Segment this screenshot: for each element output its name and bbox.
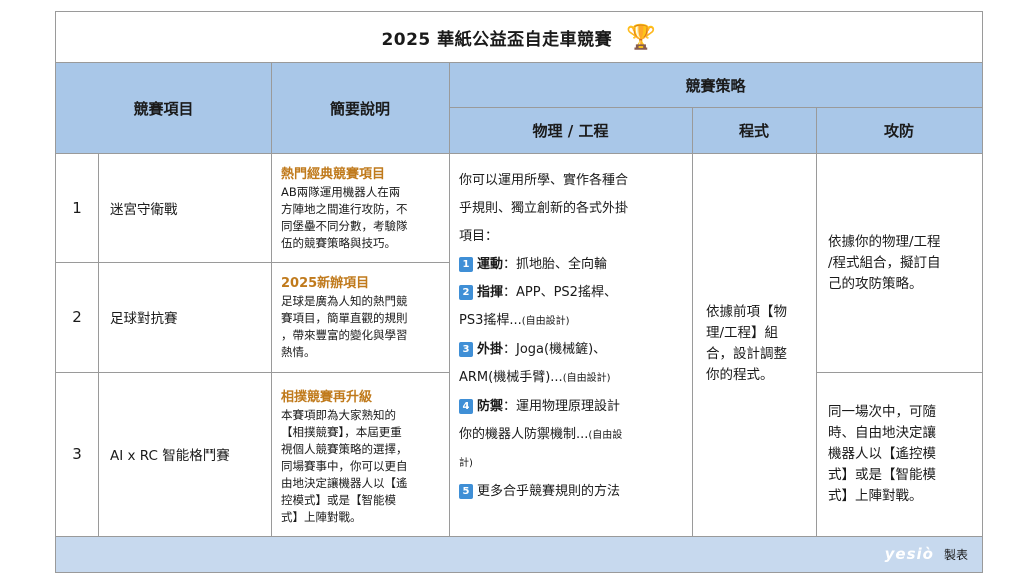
description-line: 熱情。: [281, 345, 316, 359]
description-line: 同場賽事中，你可以更自: [281, 459, 408, 473]
physics-strategy: 你可以運用所學、實作各種合 乎規則、獨立創新的各式外掛 項目： 1 運動：抓地胎、…: [449, 153, 692, 536]
event-description: 相撲競賽再升級 本賽項即為大家熟知的 【相撲競賽】，本屆更重 視個人競賽策略的選…: [271, 372, 449, 536]
strategy-item-motion: 1 運動：抓地胎、全向輪: [459, 251, 686, 279]
event-name: AI x RC 智能格鬥賽: [110, 448, 230, 464]
description-title: 熱門經典競賽項目: [281, 167, 386, 182]
physics-intro-line: 乎規則、獨立創新的各式外掛: [459, 201, 629, 216]
program-strategy: 依據前項【物 理/工程】組 合，設計調整 你的程式。: [692, 302, 816, 402]
description-title: 相撲競賽再升級: [281, 390, 373, 405]
number-3-icon: 3: [459, 342, 473, 357]
description-line: 控模式】或是【智能模: [281, 493, 396, 507]
header-program: 程式: [692, 107, 816, 153]
strategy-item-defense-note: 計): [459, 458, 473, 469]
header-physics: 物理 / 工程: [449, 107, 692, 153]
description-line: 式】上陣對戰。: [281, 510, 362, 524]
grid-line: [816, 372, 982, 373]
header-summary: 簡要說明: [271, 63, 449, 153]
attack-strategy-general: 依據你的物理/工程 /程式組合，擬訂自 己的攻防策略。: [816, 232, 982, 302]
brand-logo: yesiò: [884, 545, 934, 563]
description-line: 賽項目，簡單直觀的規則: [281, 311, 408, 325]
grid-line: [449, 107, 982, 108]
grid-line: [271, 63, 272, 536]
page-title: 2025 華紙公益盃自走車競賽: [381, 29, 613, 50]
program-line: 你的程式。: [706, 367, 774, 383]
description-line: 伍的競賽策略與技巧。: [281, 236, 396, 250]
header-event: 競賽項目: [56, 63, 271, 153]
header-strategy: 競賽策略: [449, 63, 982, 107]
header-attack: 攻防: [816, 107, 982, 153]
number-2-icon: 2: [459, 285, 473, 300]
attack-line: /程式組合，擬訂自: [828, 255, 941, 271]
description-title: 2025新辦項目: [281, 276, 370, 291]
strategy-item-more: 5 更多合乎競賽規則的方法: [459, 478, 686, 506]
row-number: 3: [72, 445, 82, 463]
grid-line: [816, 107, 817, 536]
program-line: 依據前項【物: [706, 304, 787, 320]
grid-line: [449, 63, 450, 536]
event-name: 足球對抗賽: [110, 311, 178, 327]
program-line: 合，設計調整: [706, 346, 787, 362]
physics-intro-line: 項目：: [459, 229, 499, 244]
event-description: 2025新辦項目 足球是廣為人知的熱門競 賽項目，簡單直觀的規則 ，帶來豐富的變…: [271, 262, 449, 372]
attack-line: 式】上陣對戰。: [828, 488, 923, 504]
table-footer: yesiò 製表: [56, 536, 982, 572]
number-4-icon: 4: [459, 399, 473, 414]
strategy-item-defense-cont: 你的機器人防禦機制...(自由設: [459, 427, 623, 442]
description-line: AB兩隊運用機器人在兩: [281, 185, 401, 199]
description-line: ，帶來豐富的變化與學習: [281, 328, 408, 342]
attack-line: 己的攻防策略。: [828, 276, 923, 292]
description-line: 由地決定讓機器人以【遙: [281, 476, 408, 490]
grid-line: [56, 372, 449, 373]
description-line: 同堡壘不同分數，考驗隊: [281, 219, 408, 233]
program-line: 理/工程】組: [706, 325, 779, 341]
strategy-item-defense: 4 防禦：運用物理原理設計: [459, 393, 686, 421]
footer-label: 製表: [943, 547, 968, 562]
grid-line: [98, 153, 99, 536]
description-line: 本賽項即為大家熟知的: [281, 408, 396, 422]
trophy-icon: 🏆: [626, 23, 657, 51]
event-name: 迷宮守衛戰: [110, 201, 178, 218]
attack-strategy-ai-rc: 同一場次中，可隨 時、自由地決定讓 機器人以【遙控模 式】或是【智能模 式】上陣…: [816, 402, 982, 512]
grid-line: [56, 536, 982, 537]
grid-line: [56, 153, 982, 154]
grid-line: [692, 107, 693, 536]
physics-intro-line: 你可以運用所學、實作各種合: [459, 173, 629, 188]
row-number: 2: [72, 308, 82, 326]
attack-line: 機器人以【遙控模: [828, 446, 936, 462]
grid-line: [56, 262, 449, 263]
description-line: 足球是廣為人知的熱門競: [281, 294, 408, 308]
attack-line: 式】或是【智能模: [828, 467, 936, 483]
description-line: 方陣地之間進行攻防，不: [281, 202, 408, 216]
attack-line: 依據你的物理/工程: [828, 234, 941, 250]
strategy-item-control-cont: PS3搖桿...(自由設計): [459, 313, 570, 328]
strategy-item-addon-cont: ARM(機械手臂)...(自由設計): [459, 370, 611, 385]
number-1-icon: 1: [459, 257, 473, 272]
competition-table: 2025 華紙公益盃自走車競賽 🏆 競賽項目 簡要說明 競賽策略 物理 / 工程…: [55, 11, 983, 573]
table-title-bar: 2025 華紙公益盃自走車競賽 🏆: [56, 12, 982, 63]
number-5-icon: 5: [459, 484, 473, 499]
attack-line: 時、自由地決定讓: [828, 425, 936, 441]
strategy-item-addon: 3 外掛：Joga(機械鏟)、: [459, 336, 686, 364]
event-description: 熱門經典競賽項目 AB兩隊運用機器人在兩 方陣地之間進行攻防，不 同堡壘不同分數…: [271, 153, 449, 262]
attack-line: 同一場次中，可隨: [828, 404, 936, 420]
description-line: 【相撲競賽】，本屆更重: [281, 425, 402, 439]
strategy-item-control: 2 指揮：APP、PS2搖桿、: [459, 279, 686, 307]
row-number: 1: [72, 198, 82, 217]
description-line: 視個人競賽策略的選擇，: [281, 442, 408, 456]
